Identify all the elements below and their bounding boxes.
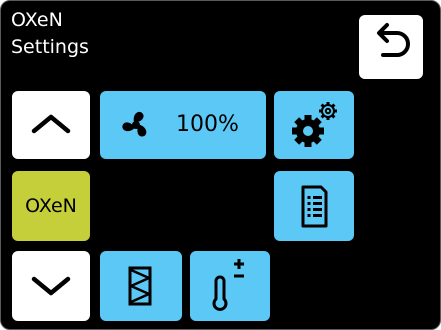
thermometer-plus-minus-icon <box>212 259 244 311</box>
fan-icon <box>122 111 147 137</box>
fan-speed-button[interactable]: 100% <box>100 91 266 159</box>
screen: OXeN Settings 100% OXeN <box>0 0 441 330</box>
fan-speed-value: 100% <box>176 112 239 137</box>
chevron-down-icon <box>31 276 71 296</box>
back-arrow-icon <box>377 23 410 57</box>
title-line-1: OXeN <box>11 9 63 31</box>
oxen-mode-label: OXeN <box>25 195 77 217</box>
settings-button[interactable] <box>274 91 354 159</box>
back-button[interactable] <box>359 15 423 79</box>
page-title: OXeN Settings <box>11 7 89 61</box>
document-button[interactable] <box>274 171 354 241</box>
oxen-mode-button[interactable]: OXeN <box>12 171 90 241</box>
filter-icon <box>128 266 152 306</box>
gears-icon <box>292 102 337 147</box>
filter-button[interactable] <box>100 251 182 321</box>
chevron-up-icon <box>31 114 71 134</box>
temperature-button[interactable] <box>190 251 270 321</box>
scroll-down-button[interactable] <box>12 251 90 321</box>
title-line-2: Settings <box>11 36 89 58</box>
scroll-up-button[interactable] <box>12 91 90 159</box>
document-icon <box>301 185 328 228</box>
